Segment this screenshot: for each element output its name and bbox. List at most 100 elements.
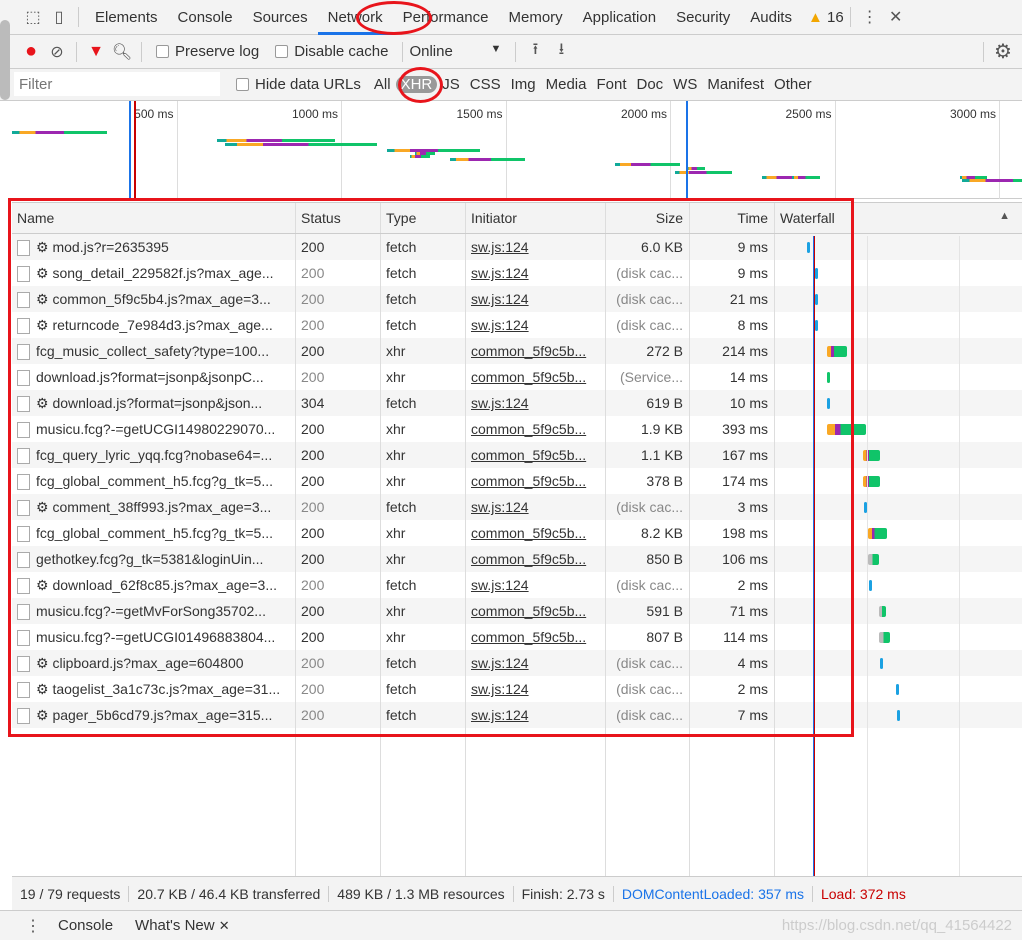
request-initiator[interactable]: sw.js:124 [466, 676, 606, 702]
filter-type-media[interactable]: Media [541, 76, 592, 93]
network-overview-timeline[interactable]: 500 ms 1000 ms 1500 ms 2000 ms 2500 ms 3000 m… [12, 101, 1022, 199]
tab-sources[interactable]: Sources [243, 0, 318, 35]
request-name[interactable]: ⚙ returncode_7e984d3.js?max_age... [12, 312, 296, 338]
filter-type-manifest[interactable]: Manifest [702, 76, 769, 93]
request-initiator[interactable]: sw.js:124 [466, 702, 606, 728]
hide-data-urls-checkbox[interactable]: Hide data URLs [236, 76, 361, 93]
request-name[interactable]: fcg_music_collect_safety?type=100... [12, 338, 296, 364]
request-initiator[interactable]: common_5f9c5b... [466, 468, 606, 494]
scrollbar[interactable] [0, 20, 10, 100]
table-row[interactable]: fcg_query_lyric_yqq.fcg?nobase64=... 200 x… [12, 442, 1022, 468]
initiator-link[interactable]: sw.js:124 [471, 265, 529, 281]
table-row[interactable]: ⚙ common_5f9c5b4.js?max_age=3... 200 fetch… [12, 286, 1022, 312]
request-name[interactable]: fcg_global_comment_h5.fcg?g_tk=5... [12, 520, 296, 546]
initiator-link[interactable]: sw.js:124 [471, 239, 529, 255]
table-row[interactable]: ⚙ download_62f8c85.js?max_age=3... 200 fet… [12, 572, 1022, 598]
record-icon[interactable]: ● [18, 39, 44, 65]
search-icon[interactable]: 🔍︎ [109, 39, 135, 65]
more-options-icon[interactable]: ⋮ [857, 4, 883, 30]
close-tab-icon[interactable]: ✕ [219, 918, 230, 933]
tab-console[interactable]: Console [168, 0, 243, 35]
drawer-tab-console[interactable]: Console [58, 917, 113, 934]
initiator-link[interactable]: sw.js:124 [471, 395, 529, 411]
close-devtools-icon[interactable]: ✕ [883, 4, 909, 30]
request-initiator[interactable]: common_5f9c5b... [466, 546, 606, 572]
table-row[interactable]: ⚙ mod.js?r=2635395 200 fetch sw.js:124 6.0 K… [12, 234, 1022, 260]
filter-type-xhr[interactable]: XHR [395, 76, 438, 93]
table-row[interactable]: ⚙ returncode_7e984d3.js?max_age... 200 fet… [12, 312, 1022, 338]
table-row[interactable]: ⚙ clipboard.js?max_age=604800 200 fetch sw.… [12, 650, 1022, 676]
column-header-name[interactable]: Name [12, 203, 296, 233]
initiator-link[interactable]: common_5f9c5b... [471, 629, 586, 645]
request-initiator[interactable]: sw.js:124 [466, 650, 606, 676]
request-name[interactable]: ⚙ pager_5b6cd79.js?max_age=315... [12, 702, 296, 728]
filter-type-other[interactable]: Other [769, 76, 817, 93]
initiator-link[interactable]: sw.js:124 [471, 317, 529, 333]
initiator-link[interactable]: common_5f9c5b... [471, 421, 586, 437]
filter-type-doc[interactable]: Doc [631, 76, 668, 93]
warning-counter[interactable]: ▲ 16 [808, 9, 844, 26]
filter-type-css[interactable]: CSS [465, 76, 506, 93]
clear-icon[interactable]: ⊘ [44, 39, 70, 65]
filter-icon[interactable]: ▼ [83, 39, 109, 65]
table-row[interactable]: ⚙ pager_5b6cd79.js?max_age=315... 200 fetc… [12, 702, 1022, 728]
table-row[interactable]: fcg_music_collect_safety?type=100... 200 x… [12, 338, 1022, 364]
tab-memory[interactable]: Memory [499, 0, 573, 35]
request-initiator[interactable]: common_5f9c5b... [466, 624, 606, 650]
device-toolbar-icon[interactable]: ▯ [46, 4, 72, 30]
request-initiator[interactable]: sw.js:124 [466, 390, 606, 416]
table-row[interactable]: gethotkey.fcg?g_tk=5381&loginUin... 200 xh… [12, 546, 1022, 572]
request-name[interactable]: ⚙ download.js?format=jsonp&json... [12, 390, 296, 416]
filter-type-font[interactable]: Font [591, 76, 631, 93]
request-initiator[interactable]: sw.js:124 [466, 260, 606, 286]
column-header-size[interactable]: Size [606, 203, 690, 233]
request-initiator[interactable]: common_5f9c5b... [466, 338, 606, 364]
request-name[interactable]: download.js?format=jsonp&jsonpC... [12, 364, 296, 390]
drawer-tab-whats-new[interactable]: What's New ✕ [135, 917, 230, 934]
initiator-link[interactable]: common_5f9c5b... [471, 369, 586, 385]
request-name[interactable]: ⚙ mod.js?r=2635395 [12, 234, 296, 260]
inspect-element-icon[interactable]: ⬚ [20, 4, 46, 30]
request-name[interactable]: ⚙ song_detail_229582f.js?max_age... [12, 260, 296, 286]
table-row[interactable]: ⚙ taogelist_3a1c73c.js?max_age=31... 200 f… [12, 676, 1022, 702]
request-name[interactable]: ⚙ common_5f9c5b4.js?max_age=3... [12, 286, 296, 312]
throttling-select[interactable]: Online ▼ [409, 43, 509, 60]
request-name[interactable]: fcg_query_lyric_yqq.fcg?nobase64=... [12, 442, 296, 468]
column-header-initiator[interactable]: Initiator [466, 203, 606, 233]
initiator-link[interactable]: sw.js:124 [471, 577, 529, 593]
filter-input[interactable] [14, 72, 220, 96]
initiator-link[interactable]: common_5f9c5b... [471, 525, 586, 541]
request-initiator[interactable]: sw.js:124 [466, 234, 606, 260]
request-name[interactable]: musicu.fcg?-=getMvForSong35702... [12, 598, 296, 624]
request-name[interactable]: ⚙ clipboard.js?max_age=604800 [12, 650, 296, 676]
column-header-status[interactable]: Status [296, 203, 381, 233]
table-row[interactable]: ⚙ comment_38ff993.js?max_age=3... 200 fetc… [12, 494, 1022, 520]
export-har-icon[interactable]: ⭳ [548, 39, 574, 65]
table-row[interactable]: musicu.fcg?-=getMvForSong35702... 200 xhr c… [12, 598, 1022, 624]
tab-security[interactable]: Security [666, 0, 740, 35]
table-row[interactable]: fcg_global_comment_h5.fcg?g_tk=5... 200 xh… [12, 520, 1022, 546]
initiator-link[interactable]: sw.js:124 [471, 655, 529, 671]
table-row[interactable]: musicu.fcg?-=getUCGI14980229070... 200 xhr… [12, 416, 1022, 442]
initiator-link[interactable]: sw.js:124 [471, 681, 529, 697]
request-initiator[interactable]: common_5f9c5b... [466, 364, 606, 390]
preserve-log-checkbox[interactable]: Preserve log [156, 43, 259, 60]
request-name[interactable]: musicu.fcg?-=getUCGI14980229070... [12, 416, 296, 442]
initiator-link[interactable]: common_5f9c5b... [471, 447, 586, 463]
column-header-type[interactable]: Type [381, 203, 466, 233]
settings-gear-icon[interactable]: ⚙ [990, 39, 1016, 65]
request-initiator[interactable]: sw.js:124 [466, 286, 606, 312]
tab-network[interactable]: Network [317, 0, 393, 35]
request-initiator[interactable]: common_5f9c5b... [466, 598, 606, 624]
column-header-waterfall[interactable]: Waterfall [775, 203, 1022, 233]
request-initiator[interactable]: sw.js:124 [466, 494, 606, 520]
request-initiator[interactable]: common_5f9c5b... [466, 442, 606, 468]
request-name[interactable]: fcg_global_comment_h5.fcg?g_tk=5... [12, 468, 296, 494]
tab-application[interactable]: Application [573, 0, 666, 35]
table-row[interactable]: musicu.fcg?-=getUCGI01496883804... 200 xhr… [12, 624, 1022, 650]
table-row[interactable]: fcg_global_comment_h5.fcg?g_tk=5... 200 xh… [12, 468, 1022, 494]
initiator-link[interactable]: sw.js:124 [471, 499, 529, 515]
request-initiator[interactable]: sw.js:124 [466, 572, 606, 598]
initiator-link[interactable]: sw.js:124 [471, 291, 529, 307]
request-name[interactable]: gethotkey.fcg?g_tk=5381&loginUin... [12, 546, 296, 572]
